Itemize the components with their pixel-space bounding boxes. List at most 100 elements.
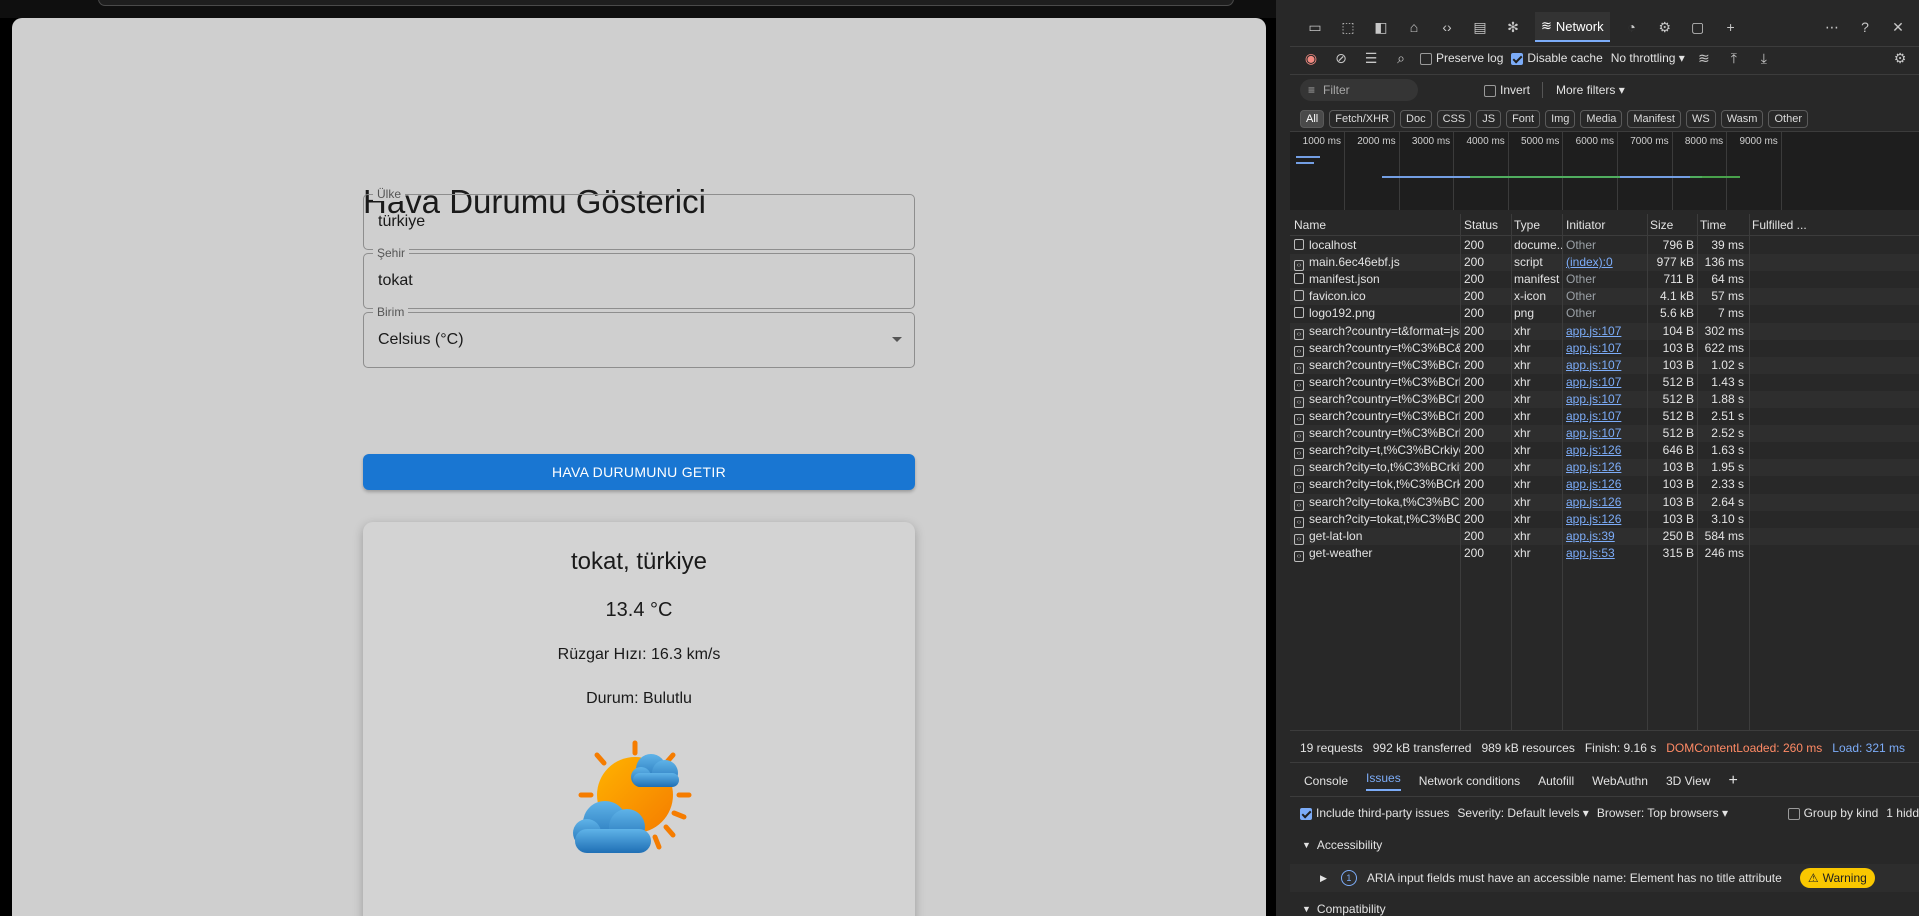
- column-header[interactable]: Size: [1650, 218, 1673, 232]
- record-stop-icon[interactable]: ◉: [1300, 47, 1322, 69]
- drawer-tab[interactable]: Console: [1304, 774, 1348, 788]
- cell-initiator[interactable]: app.js:39: [1566, 529, 1646, 543]
- table-row[interactable]: ‹› get-lat-lon 200 xhr app.js:39 250 B 584 ms: [1290, 527, 1919, 545]
- unit-select[interactable]: Birim Celsius (°C): [363, 305, 915, 368]
- dock-side-icon[interactable]: ◧: [1370, 16, 1392, 38]
- cell-initiator[interactable]: (index):0: [1566, 255, 1646, 269]
- network-settings-icon[interactable]: ⚙: [1889, 47, 1911, 69]
- column-divider[interactable]: [1697, 214, 1698, 730]
- column-header[interactable]: Name: [1294, 218, 1326, 232]
- type-chip[interactable]: Manifest: [1627, 110, 1681, 128]
- table-row[interactable]: localhost 200 docume... Other 796 B 39 ms: [1290, 237, 1919, 254]
- table-row[interactable]: favicon.ico 200 x-icon Other 4.1 kB 57 ms: [1290, 288, 1919, 306]
- drawer-tab[interactable]: Autofill: [1538, 774, 1574, 788]
- table-row[interactable]: ‹› search?country=t%C3%BCrk&fo... 200 xhr ap…: [1290, 374, 1919, 391]
- table-row[interactable]: ‹› search?city=t,t%C3%BCrkiye&fo... 200 xhr…: [1290, 442, 1919, 460]
- filter-funnel-icon[interactable]: ☰: [1360, 47, 1382, 69]
- table-row[interactable]: ‹› get-weather 200 xhr app.js:53 315 B 246 ms: [1290, 545, 1919, 562]
- type-chip[interactable]: JS: [1476, 110, 1502, 128]
- column-divider[interactable]: [1749, 214, 1750, 730]
- city-field[interactable]: Şehir tokat: [363, 246, 915, 309]
- accessibility-section-header[interactable]: ▼ Accessibility: [1290, 834, 1919, 856]
- disable-cache-checkbox[interactable]: Disable cache: [1511, 51, 1603, 65]
- help-icon[interactable]: ?: [1854, 16, 1876, 38]
- address-bar[interactable]: [98, 0, 1234, 6]
- dropdown-arrow-icon[interactable]: [892, 337, 902, 342]
- elements-icon[interactable]: ‹›: [1436, 16, 1458, 38]
- column-header[interactable]: Fulfilled ...: [1752, 218, 1807, 232]
- export-har-icon[interactable]: ⤓: [1753, 47, 1775, 69]
- cell-initiator[interactable]: app.js:107: [1566, 358, 1646, 372]
- network-conditions-icon[interactable]: ≋: [1693, 47, 1715, 69]
- third-party-checkbox[interactable]: Include third-party issues: [1300, 806, 1449, 820]
- type-chip[interactable]: CSS: [1436, 110, 1472, 128]
- add-drawer-tab-icon[interactable]: +: [1728, 772, 1737, 790]
- drawer-tab[interactable]: Issues: [1366, 771, 1401, 791]
- cell-initiator[interactable]: app.js:126: [1566, 477, 1646, 491]
- cell-initiator[interactable]: app.js:107: [1566, 409, 1646, 423]
- console-icon[interactable]: ▤: [1469, 16, 1491, 38]
- issue-row[interactable]: ▶ 1 ARIA input fields must have an acces…: [1290, 864, 1919, 892]
- country-input[interactable]: türkiye: [378, 213, 425, 231]
- performance-icon[interactable]: ◔: [1621, 16, 1643, 38]
- city-input[interactable]: tokat: [378, 272, 413, 290]
- more-icon[interactable]: ⋯: [1821, 16, 1843, 38]
- import-har-icon[interactable]: ⤒: [1723, 47, 1745, 69]
- cell-initiator[interactable]: app.js:107: [1566, 324, 1646, 338]
- type-chip[interactable]: All: [1300, 110, 1325, 128]
- group-by-kind-checkbox[interactable]: Group by kind: [1787, 806, 1878, 820]
- clear-icon[interactable]: ⊘: [1330, 47, 1352, 69]
- inspect-element-icon[interactable]: ⬚: [1337, 16, 1359, 38]
- table-row[interactable]: ‹› main.6ec46ebf.js 200 script (index):0 977 …: [1290, 254, 1919, 272]
- country-field[interactable]: Ülke türkiye: [363, 187, 915, 250]
- drawer-tab[interactable]: 3D View: [1666, 774, 1710, 788]
- tab-network[interactable]: ≋ Network: [1535, 12, 1610, 42]
- column-divider[interactable]: [1511, 214, 1512, 730]
- table-row[interactable]: ‹› search?city=to,t%C3%BCrkiye&f... 200 xhr…: [1290, 459, 1919, 477]
- throttling-select[interactable]: No throttling ▾: [1611, 51, 1685, 65]
- sources-bug-icon[interactable]: ✻: [1502, 16, 1524, 38]
- application-icon[interactable]: ▢: [1687, 16, 1709, 38]
- type-chip[interactable]: Media: [1580, 110, 1623, 128]
- type-chip[interactable]: WS: [1685, 110, 1716, 128]
- add-tab-icon[interactable]: +: [1720, 16, 1742, 38]
- filter-input[interactable]: ≡ Filter: [1300, 79, 1418, 101]
- cell-initiator[interactable]: app.js:126: [1566, 495, 1646, 509]
- type-chip[interactable]: Other: [1768, 110, 1808, 128]
- home-icon[interactable]: ⌂: [1403, 16, 1425, 38]
- invert-checkbox[interactable]: Invert: [1484, 83, 1530, 97]
- column-header[interactable]: Type: [1514, 218, 1540, 232]
- column-divider[interactable]: [1562, 214, 1563, 730]
- table-row[interactable]: ‹› search?city=tokat,t%C3%BCrkiye... 200 xh…: [1290, 511, 1919, 528]
- severity-dropdown[interactable]: Severity: Default levels ▾: [1457, 806, 1588, 820]
- table-row[interactable]: manifest.json 200 manifest Other 711 B 64 ms: [1290, 271, 1919, 288]
- cell-initiator[interactable]: app.js:107: [1566, 392, 1646, 406]
- table-row[interactable]: ‹› search?country=t%C3%BC&for... 200 xhr app…: [1290, 340, 1919, 357]
- type-chip[interactable]: Wasm: [1720, 110, 1764, 128]
- table-row[interactable]: ‹› search?city=toka,t%C3%BCrkiye... 200 xhr…: [1290, 493, 1919, 511]
- type-chip[interactable]: Fetch/XHR: [1329, 110, 1396, 128]
- cell-initiator[interactable]: app.js:107: [1566, 375, 1646, 389]
- type-chip[interactable]: Font: [1506, 110, 1541, 128]
- get-weather-button[interactable]: HAVA DURUMUNU GETIR: [363, 454, 915, 490]
- column-header[interactable]: Initiator: [1566, 218, 1605, 232]
- table-row[interactable]: ‹› search?country=t%C3%BCrkiye... 200 xhr ap…: [1290, 425, 1919, 443]
- table-row[interactable]: ‹› search?country=t%C3%BCrkiy&f... 200 xhr a…: [1290, 408, 1919, 425]
- drawer-tab[interactable]: WebAuthn: [1592, 774, 1648, 788]
- table-row[interactable]: logo192.png 200 png Other 5.6 kB 7 ms: [1290, 305, 1919, 322]
- type-chip[interactable]: Doc: [1400, 110, 1432, 128]
- browser-dropdown[interactable]: Browser: Top browsers ▾: [1597, 806, 1728, 820]
- more-filters-dropdown[interactable]: More filters ▾: [1556, 83, 1625, 97]
- settings-gear-icon[interactable]: ⚙: [1654, 16, 1676, 38]
- table-row[interactable]: ‹› search?country=t%C3%BCrki&f... 200 xhr ap…: [1290, 390, 1919, 408]
- table-row[interactable]: ‹› search?city=tok,t%C3%BCrkiye&... 200 xhr…: [1290, 476, 1919, 494]
- table-row[interactable]: ‹› search?country=t%C3%BCr&for... 200 xhr ap…: [1290, 356, 1919, 374]
- cell-initiator[interactable]: app.js:126: [1566, 443, 1646, 457]
- column-divider[interactable]: [1647, 214, 1648, 730]
- column-divider[interactable]: [1460, 214, 1461, 730]
- cell-initiator[interactable]: app.js:107: [1566, 426, 1646, 440]
- table-row[interactable]: ‹› search?country=t&format=json... 200 xhr a…: [1290, 322, 1919, 340]
- compatibility-section-header[interactable]: ▼ Compatibility: [1290, 898, 1919, 916]
- column-header[interactable]: Time: [1700, 218, 1726, 232]
- cell-initiator[interactable]: app.js:126: [1566, 512, 1646, 526]
